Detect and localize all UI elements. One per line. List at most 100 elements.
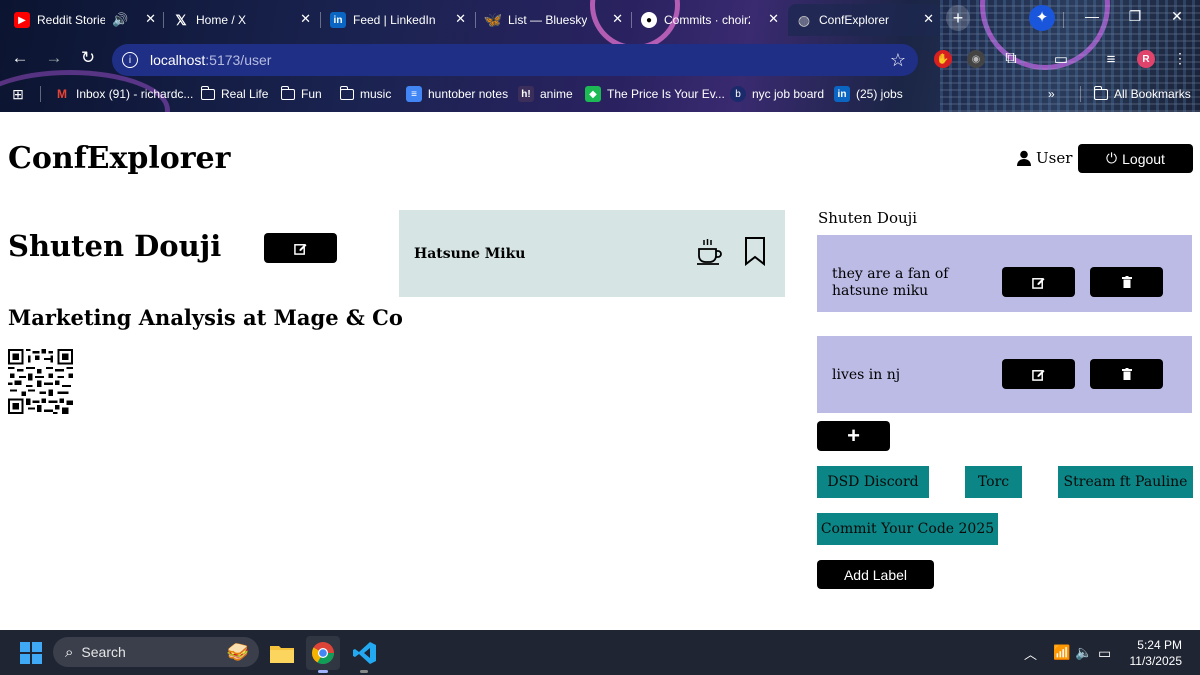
tag-dsd-discord[interactable]: DSD Discord bbox=[817, 466, 929, 498]
user-icon bbox=[1017, 150, 1031, 166]
bookmark-anime[interactable]: h! anime bbox=[518, 84, 573, 104]
trash-icon bbox=[1121, 276, 1132, 288]
bookmark-star-icon[interactable]: ☆ bbox=[890, 50, 906, 71]
clock-date: 11/3/2025 bbox=[1129, 654, 1183, 668]
vscode-icon[interactable] bbox=[348, 636, 382, 670]
bookmark-price[interactable]: ◆ The Price Is Your Ev... bbox=[585, 84, 725, 104]
minimize-icon[interactable]: — bbox=[1080, 8, 1104, 24]
close-window-icon[interactable]: ✕ bbox=[1165, 8, 1189, 25]
app-title[interactable]: ConfExplorer bbox=[8, 141, 230, 176]
edit-profile-button[interactable] bbox=[264, 233, 337, 263]
search-placeholder: Search bbox=[81, 644, 126, 660]
reload-icon[interactable]: ↻ bbox=[76, 48, 100, 68]
tab-separator bbox=[631, 12, 632, 28]
delete-note-button[interactable] bbox=[1090, 359, 1163, 389]
volume-icon[interactable]: 🔈 bbox=[1075, 644, 1092, 661]
close-tab-icon[interactable]: ✕ bbox=[300, 11, 311, 27]
speaker-icon[interactable]: 🔊 bbox=[112, 12, 128, 28]
close-tab-icon[interactable]: ✕ bbox=[455, 11, 466, 27]
tag-icon: ◆ bbox=[585, 86, 601, 102]
chrome-menu-icon[interactable]: ⋮ bbox=[1168, 50, 1192, 67]
bookmark-jobs[interactable]: in (25) jobs bbox=[834, 84, 903, 104]
note-card: they are a fan of hatsune miku bbox=[817, 235, 1192, 312]
bookmark-label: Inbox (91) - richardc... bbox=[76, 87, 194, 101]
bookmark-huntober-notes[interactable]: ≡ huntober notes bbox=[406, 84, 508, 104]
github-icon: ● bbox=[641, 12, 657, 28]
all-bookmarks[interactable]: All Bookmarks bbox=[1093, 84, 1191, 104]
forward-icon[interactable]: → bbox=[42, 48, 66, 68]
address-bar[interactable]: i localhost:5173/user ☆ bbox=[112, 44, 918, 76]
bookmark-music[interactable]: music bbox=[339, 84, 391, 104]
bookmark-label: nyc job board bbox=[752, 87, 825, 101]
chevron-up-icon[interactable]: ︿ bbox=[1024, 644, 1037, 663]
extension-red-icon[interactable]: ✋ bbox=[934, 50, 952, 68]
tab-home-x[interactable]: 𝕏 Home / X ✕ bbox=[165, 4, 317, 36]
tag-stream-ft-pauline[interactable]: Stream ft Pauline bbox=[1058, 466, 1193, 498]
new-tab-button[interactable]: + bbox=[946, 5, 970, 31]
x-logo-icon: 𝕏 bbox=[175, 11, 187, 28]
delete-note-button[interactable] bbox=[1090, 267, 1163, 297]
tab-reddit-stories[interactable]: ▶ Reddit Stories 🔊 ✕ bbox=[6, 4, 162, 36]
logout-button[interactable]: ⏻ Logout bbox=[1078, 144, 1193, 173]
bookmark-fun[interactable]: Fun bbox=[280, 84, 322, 104]
more-bookmarks-icon[interactable]: » bbox=[1048, 84, 1055, 104]
tab-confexplorer[interactable]: ◍ ConfExplorer ✕ bbox=[788, 4, 940, 36]
qr-code[interactable] bbox=[8, 349, 73, 414]
add-note-button[interactable]: + bbox=[817, 421, 890, 451]
taskbar-clock[interactable]: 5:24 PM 11/3/2025 bbox=[1130, 637, 1183, 669]
search-icon: ⌕ bbox=[65, 643, 74, 661]
close-tab-icon[interactable]: ✕ bbox=[612, 11, 623, 27]
close-tab-icon[interactable]: ✕ bbox=[768, 11, 779, 27]
bookmark-real-life[interactable]: Real Life bbox=[200, 84, 269, 104]
chrome-taskbar-icon[interactable] bbox=[306, 636, 340, 670]
add-label-button[interactable]: Add Label bbox=[817, 560, 934, 589]
taskbar-search[interactable]: ⌕ Search 🥪 bbox=[53, 637, 259, 667]
bookmark-label: anime bbox=[540, 87, 573, 101]
tab-label: Reddit Stories bbox=[37, 13, 105, 27]
close-tab-icon[interactable]: ✕ bbox=[923, 11, 934, 27]
tab-github-commits[interactable]: ● Commits · choir24 ✕ bbox=[633, 4, 785, 36]
back-icon[interactable]: ← bbox=[8, 48, 32, 68]
file-explorer-icon[interactable] bbox=[265, 636, 299, 670]
edit-note-button[interactable] bbox=[1002, 267, 1075, 297]
b-icon: b bbox=[730, 86, 746, 102]
site-info-icon[interactable]: i bbox=[122, 52, 138, 68]
bookmark-inbox[interactable]: M Inbox (91) - richardc... bbox=[54, 84, 193, 104]
user-link[interactable]: User bbox=[1016, 149, 1072, 167]
hianime-icon: h! bbox=[518, 86, 534, 102]
extensions-puzzle-icon[interactable]: ⧉ bbox=[1002, 50, 1020, 68]
tab-search-icon[interactable]: ▭ bbox=[1052, 50, 1070, 68]
coffee-cup-icon[interactable] bbox=[696, 237, 724, 265]
windows-start-icon[interactable] bbox=[14, 636, 48, 670]
bookmark-label: (25) jobs bbox=[856, 87, 903, 101]
active-app-indicator bbox=[318, 670, 328, 673]
tag-commit-your-code-2025[interactable]: Commit Your Code 2025 bbox=[817, 513, 998, 545]
gemini-icon[interactable]: ✦ bbox=[1029, 5, 1055, 31]
profile-avatar[interactable]: R bbox=[1137, 50, 1155, 68]
gmail-icon: M bbox=[57, 87, 67, 101]
tag-torc[interactable]: Torc bbox=[965, 466, 1022, 498]
tab-linkedin[interactable]: in Feed | LinkedIn ✕ bbox=[322, 4, 472, 36]
folder-icon bbox=[280, 85, 295, 100]
bookmark-nyc-job-board[interactable]: b nyc job board bbox=[730, 84, 824, 104]
extension-gray-icon[interactable]: ◉ bbox=[967, 50, 985, 68]
battery-icon[interactable]: ▭ bbox=[1098, 645, 1111, 662]
tab-bluesky[interactable]: 🦋 List — Bluesky ✕ bbox=[477, 4, 629, 36]
user-label: User bbox=[1036, 149, 1073, 167]
edit-note-button[interactable] bbox=[1002, 359, 1075, 389]
restore-icon[interactable]: ❐ bbox=[1123, 8, 1147, 25]
note-card: lives in nj bbox=[817, 336, 1192, 413]
profile-name: Shuten Douji bbox=[8, 229, 222, 263]
media-control-icon[interactable]: ≡ bbox=[1102, 50, 1120, 68]
bookmark-label: huntober notes bbox=[428, 87, 509, 101]
tab-separator bbox=[320, 12, 321, 28]
wifi-icon[interactable]: 📶 bbox=[1053, 644, 1070, 661]
apps-grid-icon[interactable]: ⊞ bbox=[10, 84, 26, 104]
app-indicator bbox=[360, 670, 368, 673]
favorite-card[interactable]: Hatsune Miku bbox=[399, 210, 785, 297]
bookmark-separator bbox=[1080, 86, 1081, 102]
close-tab-icon[interactable]: ✕ bbox=[145, 11, 156, 27]
bookmark-icon[interactable] bbox=[744, 236, 766, 266]
bookmark-label: Real Life bbox=[221, 87, 269, 101]
browser-chrome: ▶ Reddit Stories 🔊 ✕ 𝕏 Home / X ✕ in Fee… bbox=[0, 0, 1200, 112]
